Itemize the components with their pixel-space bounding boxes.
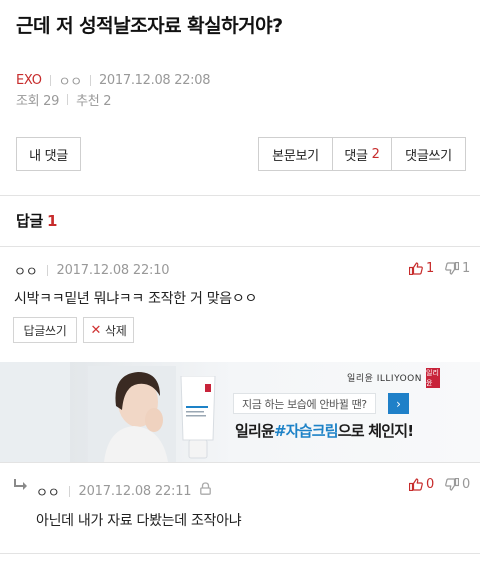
thumbs-up-icon (409, 262, 423, 275)
ad-slogan: 일리윤#자습크림으로 체인지! (235, 420, 414, 441)
divider (89, 75, 91, 86)
comment-datetime: 2017.12.08 22:10 (56, 263, 170, 278)
ad-slogan-rest: 으로 체인지! (337, 422, 414, 440)
recommend-count: 추천 2 (76, 94, 112, 109)
comment-datetime: 2017.12.08 22:11 (78, 484, 192, 499)
upvote-count: 1 (426, 261, 435, 276)
upvote-button[interactable]: 1 (409, 261, 434, 276)
ad-brand: 일리윤 ILLIYOON (347, 374, 422, 384)
downvote-count: 0 (462, 477, 471, 492)
delete-label: 삭제 (105, 323, 127, 338)
view-count: 조회 29 (16, 94, 60, 109)
divider (49, 75, 51, 86)
replies-count: 1 (47, 212, 58, 230)
comments-count: 2 (371, 146, 380, 162)
ad-model-image (88, 366, 176, 462)
post-datetime: 2017.12.08 22:08 (98, 73, 211, 88)
divider (68, 486, 70, 497)
comment-text: 시박ㅋㅋ밑년 뭐냐ㅋㅋ 조작한 거 맞음ㅇㅇ (14, 291, 258, 307)
replies-label: 답글 (16, 212, 44, 230)
comment-nickname: ㅇㅇ (14, 265, 38, 280)
lock-icon (200, 482, 211, 495)
ad-product-image (180, 376, 216, 459)
reply-arrow-icon (14, 479, 27, 490)
downvote-button[interactable]: 0 (445, 477, 470, 492)
comment-nickname: ㅇㅇ (36, 486, 60, 501)
upvote-count: 0 (426, 477, 435, 492)
downvote-button[interactable]: 1 (445, 261, 470, 276)
comments-label: 댓글 (344, 148, 368, 164)
thumbs-down-icon (445, 262, 459, 275)
upvote-button[interactable]: 0 (409, 477, 434, 492)
ad-question: 지금 하는 보습에 안바뀔 땐? (233, 393, 376, 414)
write-comment-button[interactable]: 댓글쓰기 (391, 137, 466, 171)
post-meta: EXO ㅇㅇ 2017.12.08 22:08 (16, 71, 210, 90)
section-divider (0, 195, 480, 196)
divider (67, 94, 69, 105)
chevron-right-icon[interactable]: › (388, 393, 409, 414)
delete-button[interactable]: ✕ 삭제 (83, 317, 134, 343)
close-icon: ✕ (90, 322, 102, 338)
replies-heading: 답글 1 (16, 210, 57, 231)
section-divider (0, 462, 480, 463)
ad-logo: 일리윤 (426, 368, 440, 388)
comments-button[interactable]: 댓글 2 (332, 137, 392, 171)
view-post-button[interactable]: 본문보기 (258, 137, 333, 171)
ad-slogan-highlight: #자습크림 (274, 422, 339, 440)
ad-area: 일리윤 ILLIYOON 일리윤 지금 하는 보습에 안바뀔 땐? › 일리윤#… (0, 362, 480, 462)
comment-meta: ㅇㅇ 2017.12.08 22:10 (14, 261, 170, 280)
post-nickname: ㅇㅇ (58, 75, 83, 90)
section-divider (0, 553, 480, 554)
my-comments-button[interactable]: 내 댓글 (16, 137, 81, 171)
downvote-count: 1 (462, 261, 471, 276)
comment-meta: ㅇㅇ 2017.12.08 22:11 (36, 482, 192, 501)
post-author[interactable]: EXO (16, 73, 42, 88)
post-stats: 조회 29 추천 2 (16, 90, 112, 109)
reply-button[interactable]: 답글쓰기 (13, 317, 77, 343)
thumbs-up-icon (409, 478, 423, 491)
divider (46, 265, 48, 276)
comment-text: 아닌데 내가 자료 다봤는데 조작아냐 (36, 513, 242, 529)
thumbs-down-icon (445, 478, 459, 491)
ad-banner[interactable]: 일리윤 ILLIYOON 일리윤 지금 하는 보습에 안바뀔 땐? › 일리윤#… (70, 362, 480, 462)
section-divider (0, 246, 480, 247)
ad-slogan-brand: 일리윤 (235, 422, 275, 440)
post-title: 근데 저 성적날조자료 확실하거야? (16, 15, 283, 37)
